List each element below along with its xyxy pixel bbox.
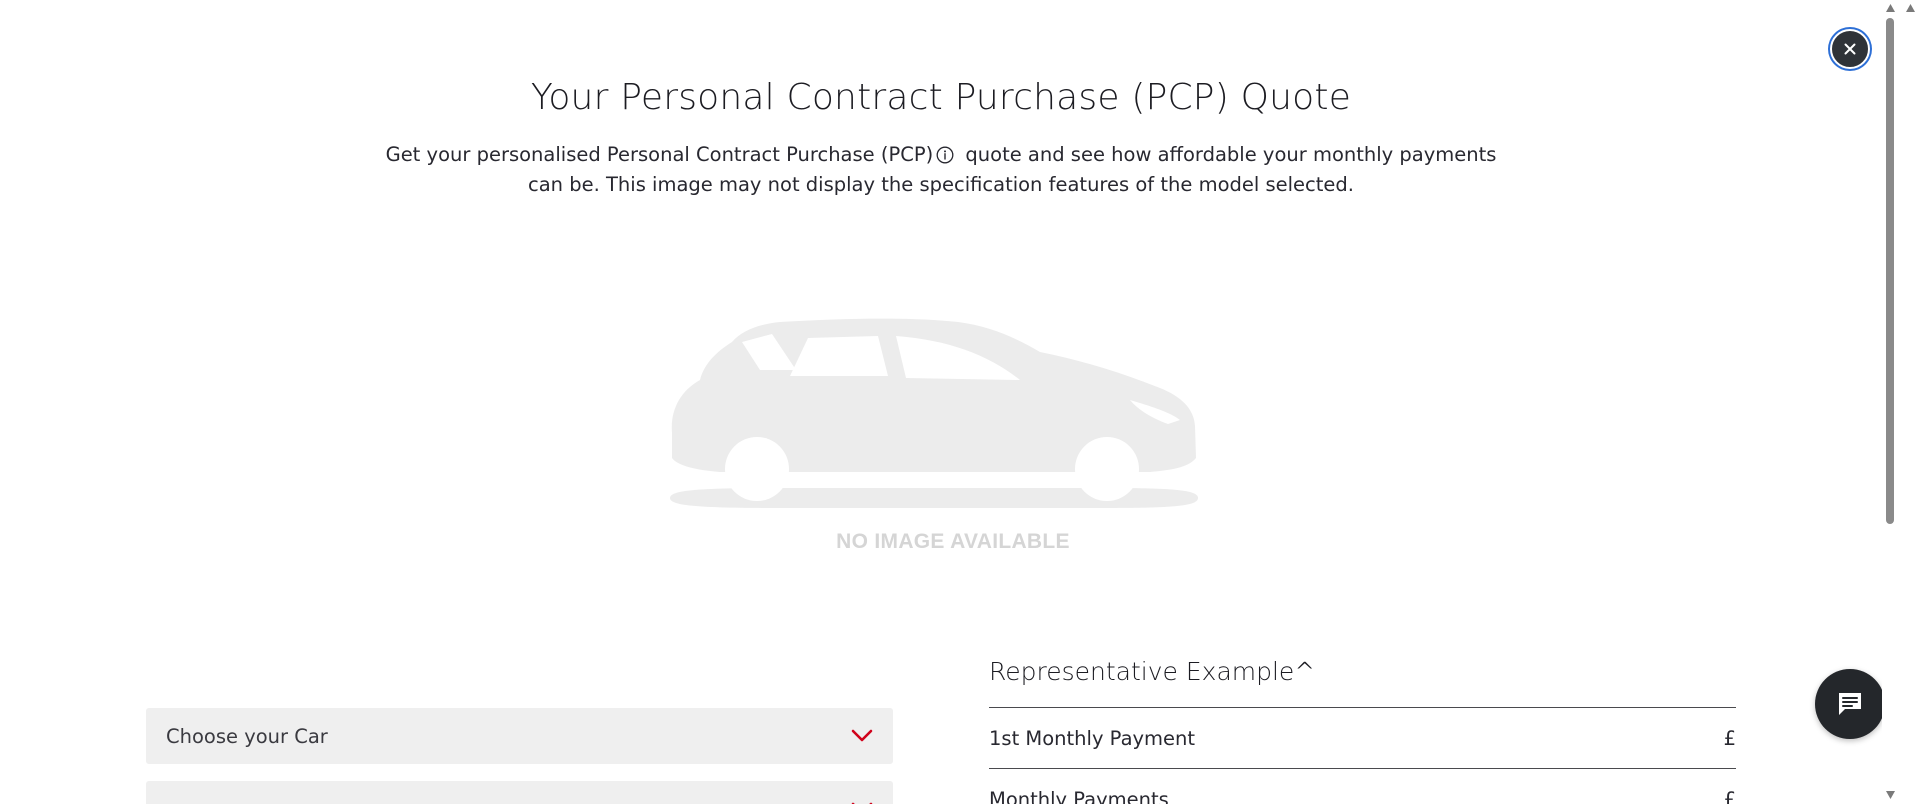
table-row: 1st Monthly Payment £ — [989, 707, 1736, 768]
chat-icon — [1839, 693, 1861, 715]
chat-button[interactable] — [1815, 669, 1882, 739]
choose-car-select[interactable]: Choose your Car — [146, 708, 893, 764]
row-label: 1st Monthly Payment — [989, 726, 1196, 750]
row-value: £ — [1723, 787, 1736, 804]
info-icon[interactable] — [936, 146, 954, 164]
page-title: Your Personal Contract Purchase (PCP) Qu… — [530, 77, 1352, 118]
representative-example-table: 1st Monthly Payment £ Monthly Payments £ — [989, 707, 1736, 804]
row-value: £ — [1723, 726, 1736, 750]
representative-example-title: Representative Example^ — [989, 657, 1316, 686]
subtitle-text-start: Get your personalised Personal Contract … — [385, 143, 934, 166]
pcp-quote-modal: Your Personal Contract Purchase (PCP) Qu… — [0, 0, 1882, 804]
scroll-down-arrow-icon[interactable] — [1885, 790, 1896, 800]
car-placeholder-image — [670, 318, 1198, 508]
scroll-up-arrow-icon[interactable] — [1885, 3, 1896, 13]
page-subtitle: Get your personalised Personal Contract … — [370, 140, 1512, 200]
close-icon — [1844, 43, 1856, 55]
close-button[interactable] — [1830, 29, 1870, 69]
choose-car-label: Choose your Car — [166, 724, 328, 748]
scroll-up-arrow-icon[interactable] — [1905, 3, 1916, 13]
table-row: Monthly Payments £ — [989, 768, 1736, 804]
scrollbar-thumb[interactable] — [1886, 18, 1894, 524]
second-select[interactable] — [146, 781, 893, 804]
chevron-down-icon — [851, 729, 873, 742]
no-image-available-label: NO IMAGE AVAILABLE — [836, 530, 1070, 553]
row-label: Monthly Payments — [989, 787, 1169, 804]
